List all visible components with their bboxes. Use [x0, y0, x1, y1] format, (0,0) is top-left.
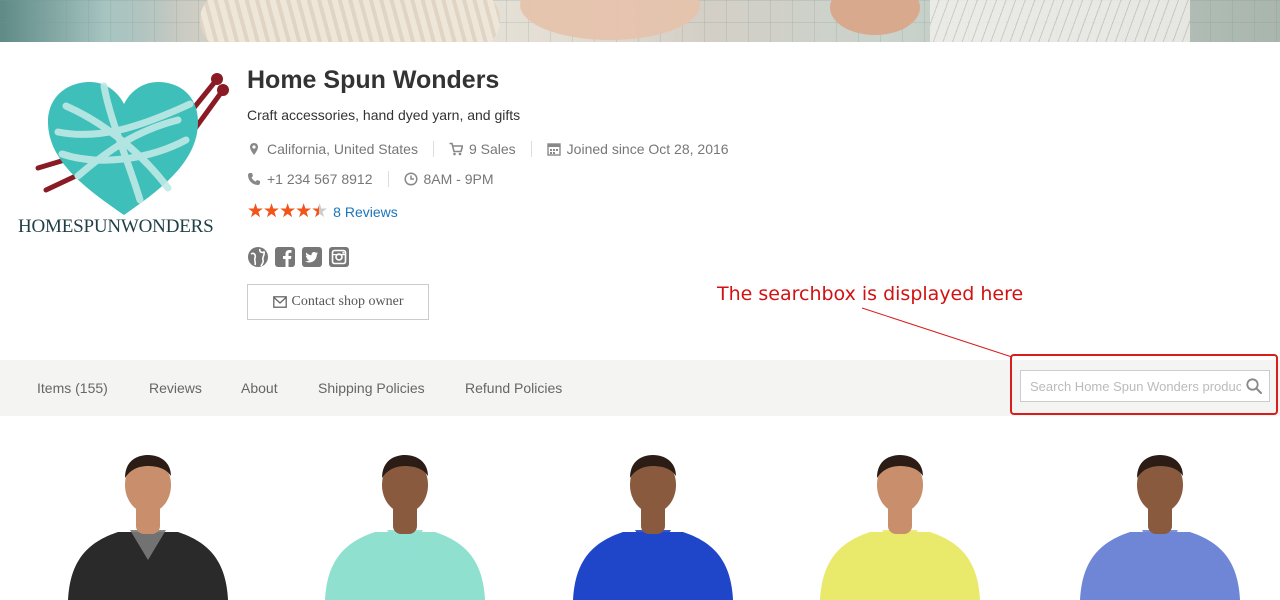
contact-button-label: Contact shop owner [291, 294, 404, 309]
shop-logo: HOMESPUNWONDERS [18, 70, 230, 240]
joined-text: Joined since Oct 28, 2016 [566, 141, 729, 157]
shop-description: Craft accessories, hand dyed yarn, and g… [247, 107, 521, 123]
joined-info: Joined since Oct 28, 2016 [546, 141, 729, 157]
hours-text: 8AM - 9PM [423, 171, 494, 187]
banner-sketches [930, 0, 1190, 42]
tab-refund-policies[interactable]: Refund Policies [465, 380, 562, 396]
facebook-icon[interactable] [274, 246, 296, 268]
social-links [247, 246, 350, 268]
tab-items[interactable]: Items (155) [37, 380, 108, 396]
search-icon[interactable] [1245, 377, 1263, 395]
shop-meta-row-2: +1 234 567 8912 8AM - 9PM [247, 171, 494, 187]
map-marker-icon [250, 143, 258, 155]
star-rating-fill: ★★★★★ [247, 203, 319, 221]
sales-info: 9 Sales [449, 141, 516, 157]
product-card[interactable] [553, 430, 753, 600]
product-grid [0, 430, 1280, 600]
phone-info: +1 234 567 8912 [247, 171, 373, 187]
product-card[interactable] [1060, 430, 1260, 600]
sales-text: 9 Sales [468, 141, 516, 157]
star-rating: ★★★★★★★★★★ [247, 201, 328, 222]
divider [432, 141, 434, 157]
contact-shop-owner-button[interactable]: Contact shop owner [247, 284, 429, 320]
divider [387, 171, 389, 187]
tab-shipping-policies[interactable]: Shipping Policies [318, 380, 425, 396]
divider [530, 141, 532, 157]
shop-banner [0, 0, 1280, 42]
shop-name: Home Spun Wonders [247, 66, 500, 94]
product-card[interactable] [48, 430, 248, 600]
product-card[interactable] [800, 430, 1000, 600]
product-image [1080, 455, 1240, 600]
reviews-link[interactable]: 8 Reviews [333, 204, 398, 220]
phone-icon [248, 173, 260, 185]
location-info: California, United States [247, 141, 418, 157]
product-image [325, 455, 485, 600]
product-image [573, 455, 733, 600]
product-image [820, 455, 980, 600]
phone-text: +1 234 567 8912 [267, 171, 373, 187]
cart-icon [449, 142, 463, 156]
globe-icon[interactable] [247, 246, 269, 268]
clock-icon [403, 172, 418, 186]
instagram-icon[interactable] [328, 246, 350, 268]
tab-about[interactable]: About [241, 380, 278, 396]
calendar-icon [546, 143, 561, 156]
envelope-icon [272, 296, 287, 308]
banner-knitting [200, 0, 500, 42]
shop-rating: ★★★★★★★★★★ 8 Reviews [247, 201, 398, 222]
hours-info: 8AM - 9PM [403, 171, 494, 187]
annotation-text: The searchbox is displayed here [717, 283, 1024, 305]
logo-wordmark: HOMESPUNWONDERS [18, 216, 214, 237]
product-image [68, 455, 228, 600]
tab-reviews[interactable]: Reviews [149, 380, 202, 396]
heart-yarn-icon [35, 73, 229, 215]
product-card[interactable] [305, 430, 505, 600]
location-text: California, United States [267, 141, 418, 157]
twitter-icon[interactable] [301, 246, 323, 268]
shop-meta-row-1: California, United States 9 Sales Joined… [247, 141, 729, 157]
shop-search-box [1020, 370, 1270, 402]
search-input[interactable] [1021, 371, 1241, 401]
